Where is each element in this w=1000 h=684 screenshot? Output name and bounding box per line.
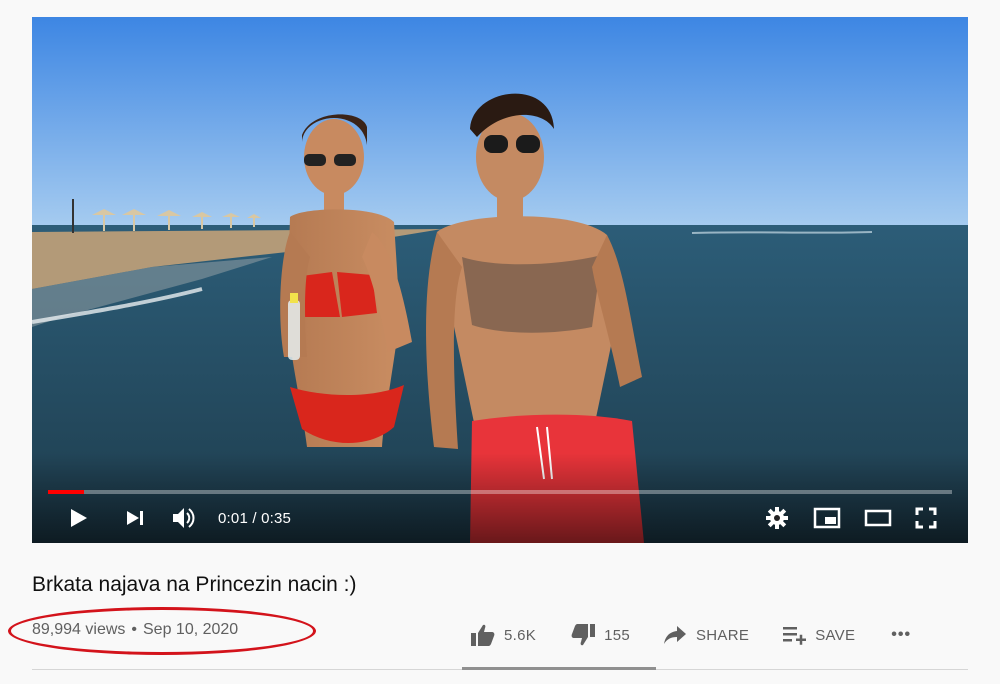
video-player[interactable]: 0:01 / 0:35 [32, 17, 968, 543]
like-count: 5.6K [504, 626, 537, 644]
time-current: 0:01 [218, 510, 248, 527]
thumbs-up-icon [471, 624, 495, 646]
play-icon [71, 509, 87, 527]
next-button[interactable] [119, 502, 151, 534]
fullscreen-button[interactable] [910, 502, 942, 534]
more-icon: ••• [891, 626, 912, 643]
volume-icon [173, 508, 195, 528]
miniplayer-icon [813, 507, 841, 529]
dislike-button[interactable]: 155 [570, 618, 630, 652]
settings-icon [766, 507, 788, 529]
progress-played [48, 490, 85, 494]
like-button[interactable]: 5.6K [470, 618, 536, 652]
video-meta: 89,994 views • Sep 10, 2020 [32, 621, 238, 639]
playlist-add-icon [783, 627, 807, 645]
time-display: 0:01 / 0:35 [218, 510, 291, 527]
fullscreen-icon [915, 507, 937, 529]
more-actions-button[interactable]: ••• [891, 618, 911, 652]
share-label: SHARE [696, 626, 750, 644]
view-count: 89,994 views [32, 621, 126, 638]
time-total: 0:35 [261, 510, 292, 527]
miniplayer-button[interactable] [811, 502, 843, 534]
video-title: Brkata najava na Princezin nacin :) [32, 573, 357, 596]
save-button[interactable]: SAVE [781, 618, 855, 652]
share-arrow-icon [664, 626, 686, 644]
thumbs-down-icon [571, 624, 596, 646]
progress-bar[interactable] [48, 490, 952, 494]
youtube-watch-page: 0:01 / 0:35 Brkata najava na Princezin n… [0, 0, 1000, 684]
dislike-count: 155 [604, 626, 630, 644]
play-button[interactable] [62, 502, 94, 534]
meta-separator: • [131, 621, 137, 638]
video-actions: 5.6K 155 SHARE SAVE ••• [470, 618, 911, 652]
mute-button[interactable] [168, 502, 200, 534]
share-button[interactable]: SHARE [662, 618, 749, 652]
player-controls: 0:01 / 0:35 [32, 500, 968, 536]
time-separator: / [248, 510, 262, 527]
theater-icon [864, 509, 892, 527]
like-dislike-sentiment-bar [462, 667, 656, 670]
publish-date: Sep 10, 2020 [143, 621, 239, 638]
theater-mode-button[interactable] [862, 502, 894, 534]
settings-button[interactable] [761, 502, 793, 534]
save-label: SAVE [815, 626, 856, 644]
next-icon [127, 511, 143, 525]
